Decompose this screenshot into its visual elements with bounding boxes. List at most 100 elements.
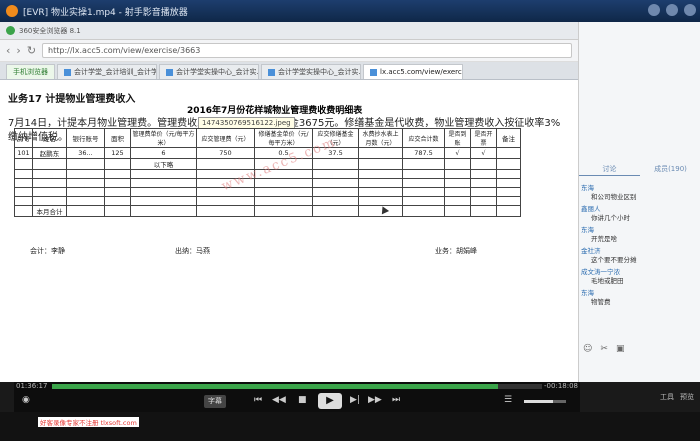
skip-back-icon[interactable]: ⏮ (254, 395, 262, 405)
chat-list: 东海 和公司物业区别 鑫丽人 你讲几个小时 东海 开荒是啥 金社济 这个要不要分摊 成文… (579, 182, 700, 308)
rewind-icon[interactable]: ◀◀ (272, 395, 286, 405)
tab-acc5-practice-2[interactable]: 会计学堂实操中心_会计实...× (261, 64, 361, 79)
page-icon (370, 68, 377, 76)
table-row (14, 178, 521, 188)
browser-logo-icon (6, 26, 15, 35)
fast-forward-icon[interactable]: ▶▶ (368, 395, 382, 405)
tab-exercise[interactable]: lx.acc5.com/view/exercise/...× (363, 64, 463, 79)
cashier-signature: 出纳：马燕 (175, 247, 210, 255)
total-label: 本月合计 (32, 205, 67, 217)
scissors-icon[interactable]: ✂ (600, 344, 608, 354)
tab-acc5-training[interactable]: 会计学堂_会计培训_会计学...× (57, 64, 157, 79)
tab-members[interactable]: 成员(190) (640, 162, 700, 176)
player-logo-icon (6, 5, 18, 17)
chat-message: 成文涛一宁浓 毛地或肥田 (579, 266, 700, 287)
header-cell: 姓名 (32, 128, 67, 148)
page-icon (64, 68, 71, 76)
header-cell: 应交管理费（元） (196, 128, 255, 148)
subtitle-button[interactable]: 字幕 (204, 395, 226, 408)
table-cell: √ (470, 147, 497, 159)
tab-mobile-browser[interactable]: 手机浏览器 (6, 64, 55, 79)
tab-discussion[interactable]: 讨论 (579, 162, 640, 176)
forward-icon[interactable]: › (16, 44, 20, 57)
address-bar: ‹ › ↻ http://lx.acc5.com/view/exercise/3… (0, 40, 578, 62)
browser-tabs: 手机浏览器 会计学堂_会计培训_会计学...× 会计学堂实操中心_会计实...×… (0, 62, 578, 80)
table-cell: 750 (196, 147, 255, 159)
header-cell: 银行账号 (66, 128, 105, 148)
player-controls: 01:36:17 -00:18:08 ◉ 字幕 ⏮ ◀◀ ■ ▶ ▶| ▶▶ ⏭… (14, 382, 580, 412)
header-cell: 面积 (104, 128, 131, 148)
omitted-note: 以下略 (130, 158, 197, 170)
tab-acc5-practice-1[interactable]: 会计学堂实操中心_会计实...× (159, 64, 259, 79)
table-cell: √ (444, 147, 471, 159)
browser-titlebar: 360安全浏览器 8.1 (0, 22, 578, 40)
refresh-icon[interactable]: ↻ (27, 44, 36, 57)
side-toolbar: ☺ ✂ ▣ (583, 344, 624, 354)
close-icon[interactable] (684, 4, 696, 16)
table-header-row: 房号 姓名 银行账号 面积 管理费单价（元/每平方米） 应交管理费（元） 修缮基… (14, 128, 521, 148)
chat-text: 你讲几个小时 (591, 214, 630, 222)
url-input[interactable]: http://lx.acc5.com/view/exercise/3663 (42, 43, 572, 58)
table-row (14, 196, 521, 206)
table-row: 101 赵鹏东 36... 125 6 750 0.5 37.5 787.5 √… (14, 147, 521, 159)
preview-button[interactable]: 预览 (680, 392, 694, 402)
chat-text: 物管费 (591, 298, 611, 306)
emoji-icon[interactable]: ☺ (583, 344, 592, 354)
table-cell: 36... (66, 147, 105, 159)
table-cell (496, 147, 521, 159)
chat-message: 金社济 这个要不要分摊 (579, 245, 700, 266)
chat-user[interactable]: 金社济 (581, 245, 699, 255)
chat-message: 东海 物管费 (579, 287, 700, 308)
chat-user[interactable]: 东海 (581, 287, 699, 297)
table-cell: 101 (14, 147, 33, 159)
header-cell: 是否开票 (470, 128, 497, 148)
chat-text: 和公司物业区别 (591, 193, 637, 201)
maximize-icon[interactable] (666, 4, 678, 16)
minimize-icon[interactable] (648, 4, 660, 16)
image-icon[interactable]: ▣ (616, 344, 625, 354)
chat-user[interactable]: 东海 (581, 224, 699, 234)
header-cell: 修缮基金单价（元/每平方米） (254, 128, 313, 148)
back-icon[interactable]: ‹ (6, 44, 10, 57)
table-cell: 787.5 (402, 147, 445, 159)
recorder-ad: 好客录像专家不注册 tlxsoft.com (38, 417, 139, 427)
chat-text: 毛地或肥田 (591, 277, 624, 285)
table-cell (358, 147, 403, 159)
chat-text: 开荒是啥 (591, 235, 617, 243)
header-cell: 房号 (14, 128, 33, 148)
progress-fill (52, 384, 498, 389)
chat-message: 东海 开荒是啥 (579, 224, 700, 245)
volume-slider[interactable] (524, 400, 566, 403)
skip-forward-icon[interactable]: ⏭ (392, 395, 400, 405)
chat-message: 东海 和公司物业区别 (579, 182, 700, 203)
stop-icon[interactable]: ■ (298, 395, 307, 405)
chat-user[interactable]: 东海 (581, 182, 699, 192)
table-row (14, 187, 521, 197)
header-cell: 是否到账 (444, 128, 471, 148)
progress-bar[interactable] (52, 384, 542, 389)
table-cell: 125 (104, 147, 131, 159)
header-cell: 管理费单价（元/每平方米） (130, 128, 197, 148)
chat-message: 鑫丽人 你讲几个小时 (579, 203, 700, 224)
player-title: [EVR] 物业实操1.mp4 - 射手影音播放器 (23, 7, 188, 18)
page-icon (166, 68, 173, 76)
tools-button[interactable]: 工具 (660, 392, 674, 402)
business-signature: 业务：胡娟峰 (435, 247, 477, 255)
speaker-icon[interactable]: ◉ (22, 395, 30, 405)
chat-user[interactable]: 鑫丽人 (581, 203, 699, 213)
accountant-signature: 会计：李静 (30, 247, 65, 255)
step-forward-icon[interactable]: ▶| (350, 395, 360, 405)
side-panel: 讨论 成员(190) 东海 和公司物业区别 鑫丽人 你讲几个小时 东海 开荒是啥 金社… (578, 22, 700, 382)
remaining-time: -00:18:08 (544, 382, 578, 390)
browser-title: 360安全浏览器 8.1 (19, 26, 81, 35)
chat-text: 这个要不要分摊 (591, 256, 637, 264)
header-cell: 水费抄水表上月数（元） (358, 128, 403, 148)
play-button[interactable]: ▶ (318, 393, 342, 409)
chat-user[interactable]: 成文涛一宁浓 (581, 266, 699, 276)
header-cell: 应交合计数 (402, 128, 445, 148)
playlist-icon[interactable]: ☰ (504, 395, 512, 405)
table-cell: 6 (130, 147, 197, 159)
side-tabs: 讨论 成员(190) (579, 162, 700, 176)
table-title: 2016年7月份花样城物业管理费收费明细表 (187, 106, 363, 116)
header-cell: 备注 (496, 128, 521, 148)
